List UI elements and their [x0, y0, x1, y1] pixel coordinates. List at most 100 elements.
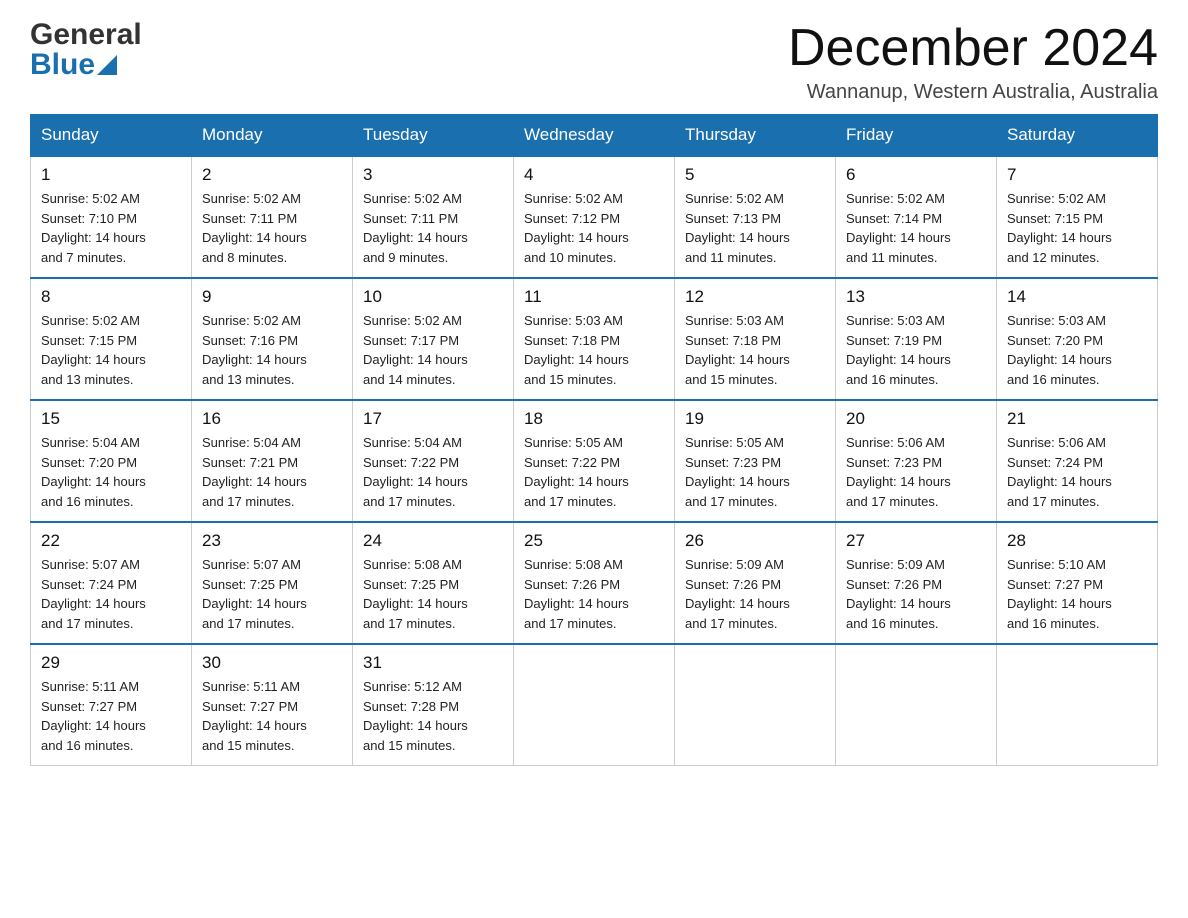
day-info: Sunrise: 5:12 AM Sunset: 7:28 PM Dayligh…	[363, 677, 503, 755]
day-number: 30	[202, 653, 342, 673]
day-cell: 6 Sunrise: 5:02 AM Sunset: 7:14 PM Dayli…	[836, 156, 997, 278]
day-cell: 11 Sunrise: 5:03 AM Sunset: 7:18 PM Dayl…	[514, 278, 675, 400]
day-cell: 5 Sunrise: 5:02 AM Sunset: 7:13 PM Dayli…	[675, 156, 836, 278]
calendar-table: SundayMondayTuesdayWednesdayThursdayFrid…	[30, 114, 1158, 766]
day-cell: 28 Sunrise: 5:10 AM Sunset: 7:27 PM Dayl…	[997, 522, 1158, 644]
day-cell: 12 Sunrise: 5:03 AM Sunset: 7:18 PM Dayl…	[675, 278, 836, 400]
day-number: 24	[363, 531, 503, 551]
weekday-header-sunday: Sunday	[31, 115, 192, 157]
day-number: 29	[41, 653, 181, 673]
month-title: December 2024	[788, 20, 1158, 77]
location-subtitle: Wannanup, Western Australia, Australia	[788, 81, 1158, 104]
day-info: Sunrise: 5:04 AM Sunset: 7:20 PM Dayligh…	[41, 433, 181, 511]
weekday-header-tuesday: Tuesday	[353, 115, 514, 157]
logo-general-text: General	[30, 20, 142, 50]
day-number: 25	[524, 531, 664, 551]
day-cell: 29 Sunrise: 5:11 AM Sunset: 7:27 PM Dayl…	[31, 644, 192, 766]
day-number: 20	[846, 409, 986, 429]
day-number: 5	[685, 165, 825, 185]
day-cell: 22 Sunrise: 5:07 AM Sunset: 7:24 PM Dayl…	[31, 522, 192, 644]
day-number: 10	[363, 287, 503, 307]
day-number: 1	[41, 165, 181, 185]
weekday-header-saturday: Saturday	[997, 115, 1158, 157]
day-number: 21	[1007, 409, 1147, 429]
day-info: Sunrise: 5:03 AM Sunset: 7:19 PM Dayligh…	[846, 311, 986, 389]
day-number: 14	[1007, 287, 1147, 307]
title-section: December 2024 Wannanup, Western Australi…	[788, 20, 1158, 104]
day-info: Sunrise: 5:03 AM Sunset: 7:18 PM Dayligh…	[524, 311, 664, 389]
logo-blue-text: Blue	[30, 50, 95, 80]
day-number: 12	[685, 287, 825, 307]
day-info: Sunrise: 5:02 AM Sunset: 7:11 PM Dayligh…	[363, 189, 503, 267]
day-cell: 13 Sunrise: 5:03 AM Sunset: 7:19 PM Dayl…	[836, 278, 997, 400]
day-cell: 3 Sunrise: 5:02 AM Sunset: 7:11 PM Dayli…	[353, 156, 514, 278]
day-number: 26	[685, 531, 825, 551]
day-cell: 25 Sunrise: 5:08 AM Sunset: 7:26 PM Dayl…	[514, 522, 675, 644]
day-number: 9	[202, 287, 342, 307]
week-row-4: 22 Sunrise: 5:07 AM Sunset: 7:24 PM Dayl…	[31, 522, 1158, 644]
weekday-header-wednesday: Wednesday	[514, 115, 675, 157]
day-info: Sunrise: 5:02 AM Sunset: 7:12 PM Dayligh…	[524, 189, 664, 267]
day-number: 16	[202, 409, 342, 429]
day-info: Sunrise: 5:04 AM Sunset: 7:21 PM Dayligh…	[202, 433, 342, 511]
day-cell: 4 Sunrise: 5:02 AM Sunset: 7:12 PM Dayli…	[514, 156, 675, 278]
day-info: Sunrise: 5:02 AM Sunset: 7:13 PM Dayligh…	[685, 189, 825, 267]
day-info: Sunrise: 5:11 AM Sunset: 7:27 PM Dayligh…	[202, 677, 342, 755]
weekday-header-thursday: Thursday	[675, 115, 836, 157]
day-info: Sunrise: 5:07 AM Sunset: 7:25 PM Dayligh…	[202, 555, 342, 633]
day-info: Sunrise: 5:09 AM Sunset: 7:26 PM Dayligh…	[685, 555, 825, 633]
day-cell: 2 Sunrise: 5:02 AM Sunset: 7:11 PM Dayli…	[192, 156, 353, 278]
day-cell: 19 Sunrise: 5:05 AM Sunset: 7:23 PM Dayl…	[675, 400, 836, 522]
logo-triangle-icon	[97, 55, 117, 75]
day-number: 15	[41, 409, 181, 429]
day-info: Sunrise: 5:02 AM Sunset: 7:15 PM Dayligh…	[41, 311, 181, 389]
day-number: 17	[363, 409, 503, 429]
day-info: Sunrise: 5:05 AM Sunset: 7:23 PM Dayligh…	[685, 433, 825, 511]
day-cell: 31 Sunrise: 5:12 AM Sunset: 7:28 PM Dayl…	[353, 644, 514, 766]
day-info: Sunrise: 5:02 AM Sunset: 7:16 PM Dayligh…	[202, 311, 342, 389]
day-cell: 26 Sunrise: 5:09 AM Sunset: 7:26 PM Dayl…	[675, 522, 836, 644]
day-cell	[514, 644, 675, 766]
day-number: 2	[202, 165, 342, 185]
day-info: Sunrise: 5:09 AM Sunset: 7:26 PM Dayligh…	[846, 555, 986, 633]
day-cell	[836, 644, 997, 766]
day-cell	[997, 644, 1158, 766]
day-number: 23	[202, 531, 342, 551]
day-cell: 9 Sunrise: 5:02 AM Sunset: 7:16 PM Dayli…	[192, 278, 353, 400]
day-info: Sunrise: 5:10 AM Sunset: 7:27 PM Dayligh…	[1007, 555, 1147, 633]
day-number: 13	[846, 287, 986, 307]
day-number: 31	[363, 653, 503, 673]
day-number: 7	[1007, 165, 1147, 185]
day-cell	[675, 644, 836, 766]
day-info: Sunrise: 5:05 AM Sunset: 7:22 PM Dayligh…	[524, 433, 664, 511]
day-cell: 7 Sunrise: 5:02 AM Sunset: 7:15 PM Dayli…	[997, 156, 1158, 278]
day-cell: 20 Sunrise: 5:06 AM Sunset: 7:23 PM Dayl…	[836, 400, 997, 522]
day-cell: 23 Sunrise: 5:07 AM Sunset: 7:25 PM Dayl…	[192, 522, 353, 644]
week-row-2: 8 Sunrise: 5:02 AM Sunset: 7:15 PM Dayli…	[31, 278, 1158, 400]
day-number: 27	[846, 531, 986, 551]
day-number: 19	[685, 409, 825, 429]
day-info: Sunrise: 5:02 AM Sunset: 7:10 PM Dayligh…	[41, 189, 181, 267]
day-info: Sunrise: 5:11 AM Sunset: 7:27 PM Dayligh…	[41, 677, 181, 755]
day-cell: 30 Sunrise: 5:11 AM Sunset: 7:27 PM Dayl…	[192, 644, 353, 766]
day-info: Sunrise: 5:02 AM Sunset: 7:11 PM Dayligh…	[202, 189, 342, 267]
day-info: Sunrise: 5:03 AM Sunset: 7:18 PM Dayligh…	[685, 311, 825, 389]
day-info: Sunrise: 5:03 AM Sunset: 7:20 PM Dayligh…	[1007, 311, 1147, 389]
week-row-1: 1 Sunrise: 5:02 AM Sunset: 7:10 PM Dayli…	[31, 156, 1158, 278]
day-number: 8	[41, 287, 181, 307]
week-row-5: 29 Sunrise: 5:11 AM Sunset: 7:27 PM Dayl…	[31, 644, 1158, 766]
day-number: 3	[363, 165, 503, 185]
day-info: Sunrise: 5:02 AM Sunset: 7:15 PM Dayligh…	[1007, 189, 1147, 267]
day-info: Sunrise: 5:06 AM Sunset: 7:23 PM Dayligh…	[846, 433, 986, 511]
day-cell: 18 Sunrise: 5:05 AM Sunset: 7:22 PM Dayl…	[514, 400, 675, 522]
weekday-header-friday: Friday	[836, 115, 997, 157]
week-row-3: 15 Sunrise: 5:04 AM Sunset: 7:20 PM Dayl…	[31, 400, 1158, 522]
weekday-header-row: SundayMondayTuesdayWednesdayThursdayFrid…	[31, 115, 1158, 157]
day-cell: 16 Sunrise: 5:04 AM Sunset: 7:21 PM Dayl…	[192, 400, 353, 522]
day-cell: 27 Sunrise: 5:09 AM Sunset: 7:26 PM Dayl…	[836, 522, 997, 644]
day-cell: 10 Sunrise: 5:02 AM Sunset: 7:17 PM Dayl…	[353, 278, 514, 400]
logo: General Blue	[30, 20, 142, 80]
day-number: 18	[524, 409, 664, 429]
day-cell: 15 Sunrise: 5:04 AM Sunset: 7:20 PM Dayl…	[31, 400, 192, 522]
day-cell: 1 Sunrise: 5:02 AM Sunset: 7:10 PM Dayli…	[31, 156, 192, 278]
